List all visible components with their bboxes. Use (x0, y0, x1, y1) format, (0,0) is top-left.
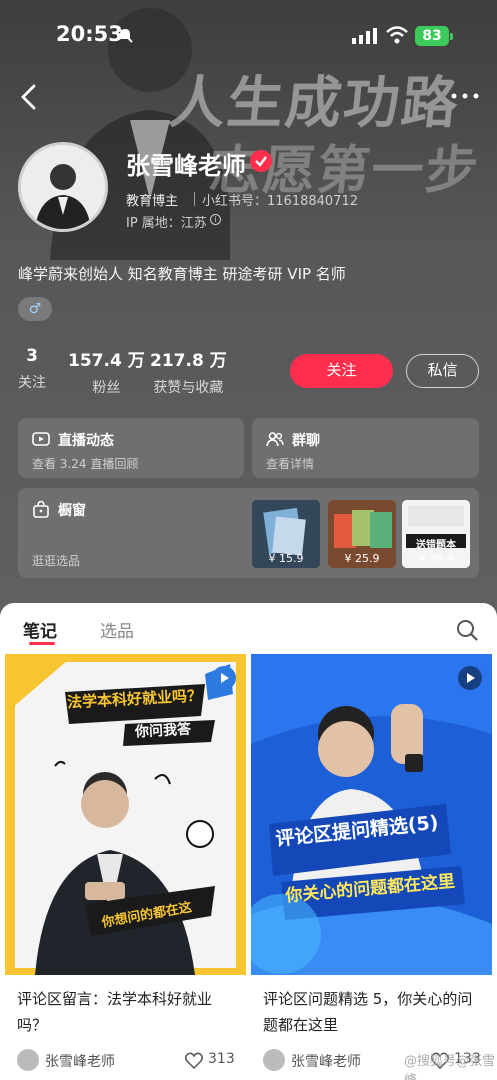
profile-avatar[interactable] (18, 142, 108, 232)
stat-followers-label: 粉丝 (92, 380, 121, 396)
live-video-icon (32, 432, 50, 446)
group-card-title: 群聊 (292, 433, 320, 449)
stat-likes-label: 获赞与收藏 (153, 380, 224, 396)
video-play-icon (212, 666, 236, 690)
tab-active-indicator (29, 642, 55, 645)
content-sheet: 笔记 选品 法学本科好就业吗？ 你问我答 你想问的都在这 评论区留言：法学本科好… (0, 603, 497, 1080)
profile-ip-location: IP 属地：江苏 (126, 216, 207, 231)
stat-following[interactable]: 3 关注 (18, 346, 46, 392)
group-card-subtitle: 查看详情 (266, 457, 315, 471)
shop-item-price: ¥ 39.9 (418, 552, 454, 565)
profile-header: 人生成功路 志愿第一步 20:53 83 张雪峰老师 教育博主 小红书号：116… (0, 0, 497, 605)
avatar-person-image (21, 145, 105, 229)
shop-item[interactable]: ¥ 15.9 (252, 500, 320, 568)
follow-button[interactable]: 关注 (290, 354, 393, 388)
live-card-subtitle: 查看 3.24 直播回顾 (32, 457, 139, 471)
watermark: @搜狐号@张雪峰 (404, 1054, 496, 1080)
tab-selection[interactable]: 选品 (100, 617, 134, 642)
status-bar: 20:53 83 (0, 22, 497, 52)
profile-id[interactable]: 小红书号：11618840712 (202, 190, 358, 209)
shop-window-card[interactable]: 橱窗 逛逛选品 ¥ 15.9 ¥ 25.9 送错题本 ¥ 39.9 (18, 488, 479, 578)
note-author-name: 张雪峰老师 (45, 1054, 115, 1070)
video-play-icon (458, 666, 482, 690)
group-chat-icon (266, 432, 284, 447)
note-cover-image: 法学本科好就业吗？ 你问我答 你想问的都在这 (5, 654, 246, 975)
note-card[interactable]: 法学本科好就业吗？ 你问我答 你想问的都在这 评论区留言：法学本科好就业吗？ 张… (5, 654, 246, 1080)
battery-indicator: 83 (415, 26, 453, 46)
stat-followers[interactable]: 157.4 万 粉丝 (68, 346, 145, 397)
info-icon[interactable]: i (210, 214, 221, 225)
message-button[interactable]: 私信 (406, 354, 479, 388)
note-author-name: 张雪峰老师 (291, 1054, 361, 1070)
note-like-count: 313 (208, 1051, 235, 1067)
note-title: 评论区留言：法学本科好就业吗？ (17, 990, 213, 1034)
note-cover-subtitle: 你问我答 (134, 721, 192, 741)
stat-likes-count: 217.8 万 (150, 351, 227, 371)
profile-bio: 峰学蔚来创始人 知名教育博主 研途考研 VIP 名师 (18, 265, 346, 283)
note-author-avatar (17, 1049, 39, 1071)
search-icon[interactable] (456, 619, 478, 641)
live-card[interactable]: 直播动态 查看 3.24 直播回顾 (18, 418, 244, 478)
shop-item[interactable]: 送错题本 ¥ 39.9 (402, 500, 470, 568)
shop-item-price: ¥ 15.9 (268, 552, 304, 565)
wifi-icon (386, 26, 408, 44)
shop-item[interactable]: ¥ 25.9 (328, 500, 396, 568)
more-options-icon[interactable] (448, 84, 482, 108)
divider (194, 192, 195, 206)
shop-card-subtitle: 逛逛选品 (32, 554, 81, 568)
live-card-title: 直播动态 (58, 433, 114, 449)
note-title: 评论区问题精选 5，你关心的问题都在这里 (263, 990, 473, 1034)
shop-item-overlay-text: 送错题本 (416, 540, 456, 551)
note-card[interactable]: 评论区提问精选(5) 你关心的问题都在这里 评论区问题精选 5，你关心的问题都在… (251, 654, 492, 1080)
back-icon[interactable] (14, 82, 44, 112)
shop-card-title: 橱窗 (58, 503, 86, 519)
stat-following-count: 3 (26, 346, 38, 366)
stat-followers-count: 157.4 万 (68, 351, 145, 371)
tab-notes[interactable]: 笔记 (23, 617, 57, 642)
shop-item-price: ¥ 25.9 (344, 552, 380, 565)
gender-male-icon: ♂ (18, 297, 52, 321)
note-author-avatar (263, 1049, 285, 1071)
cellular-signal-icon (352, 28, 377, 44)
stat-likes[interactable]: 217.8 万 获赞与收藏 (150, 346, 227, 397)
profile-name: 张雪峰老师 (126, 152, 246, 180)
status-time: 20:53 (56, 22, 123, 46)
profile-role: 教育博主 (126, 194, 179, 209)
shop-bag-icon (33, 500, 49, 518)
verified-badge-icon (250, 150, 272, 172)
heart-icon[interactable] (185, 1052, 203, 1069)
note-cover-image: 评论区提问精选(5) 你关心的问题都在这里 (251, 654, 492, 975)
group-chat-card[interactable]: 群聊 查看详情 (252, 418, 479, 478)
silent-bell-icon (117, 27, 133, 43)
stat-following-label: 关注 (18, 375, 46, 391)
banner-text-line1: 人生成功路 (166, 71, 463, 136)
